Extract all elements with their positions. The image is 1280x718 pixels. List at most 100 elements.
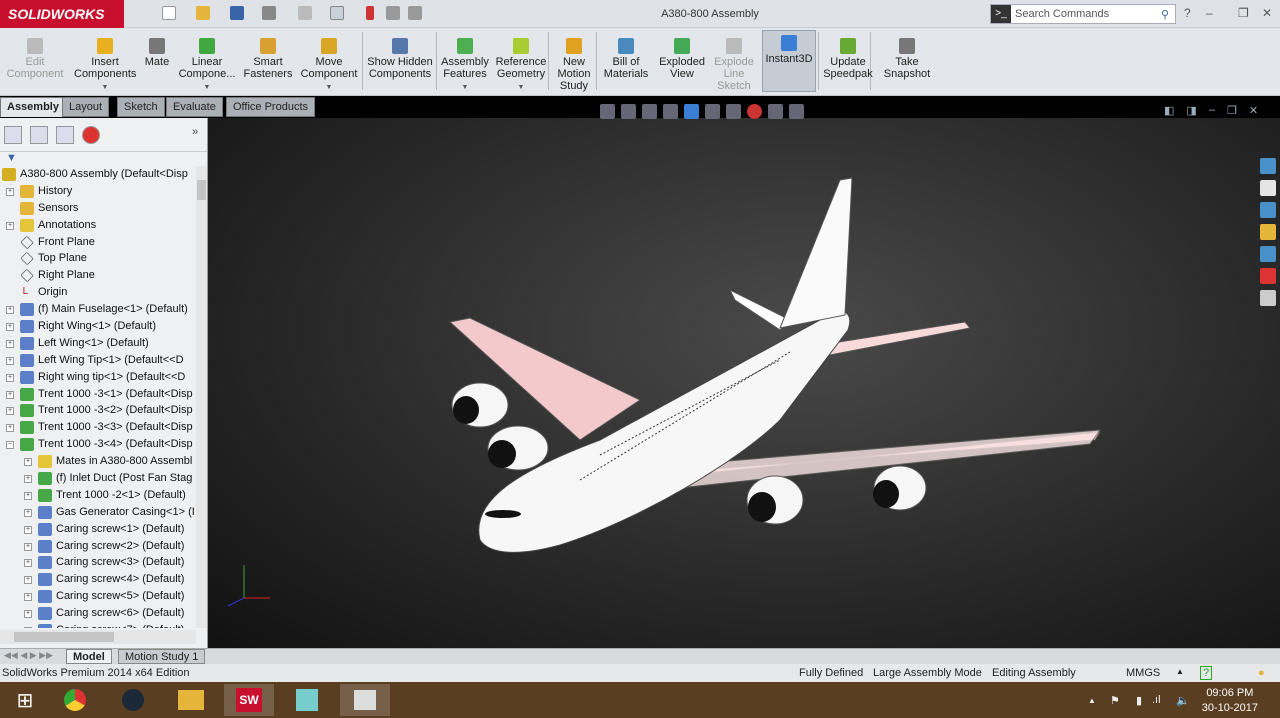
property-manager-tab-icon[interactable] [30,126,48,144]
tree-item[interactable]: + Mates in A380-800 Assembl [0,453,196,470]
tree-item[interactable]: + Caring screw<1> (Default) [0,521,196,538]
tree-horizontal-scrollbar[interactable] [0,630,196,644]
tab-sketch[interactable]: Sketch [117,97,165,117]
dropdown-arrow-icon[interactable]: ▼ [440,82,490,94]
viewport-close-button[interactable]: ✕ [1249,104,1258,117]
battery-icon[interactable]: ▮ [1136,694,1142,707]
expand-icon[interactable]: + [6,424,14,433]
previous-view-icon[interactable] [642,104,657,119]
expand-icon[interactable]: + [24,542,32,551]
tree-item[interactable]: A380-800 Assembly (Default<Disp [0,166,196,183]
units-arrow-icon[interactable]: ▲ [1176,667,1184,676]
zoom-to-fit-icon[interactable] [600,104,615,119]
update-speedpak-button[interactable]: Update Speedpak [820,34,876,80]
tab-motion-study-1[interactable]: Motion Study 1 [118,649,206,664]
feature-tree-tab-icon[interactable] [4,126,22,144]
section-view-icon[interactable] [663,104,678,119]
file-explorer-taskbar-icon[interactable] [166,684,216,716]
edit-component-button[interactable]: Edit Component [4,34,66,80]
tree-item[interactable]: + Trent 1000 -3<2> (Default<Disp [0,402,196,419]
minimize-button[interactable]: – [1206,6,1213,20]
insert-components-button[interactable]: Insert Components ▼ [74,34,136,94]
dropdown-arrow-icon[interactable]: ▼ [74,82,136,94]
options-icon[interactable] [408,6,422,20]
expand-icon[interactable]: + [6,323,14,332]
tab-office-products[interactable]: Office Products [226,97,315,117]
take-snapshot-button[interactable]: Take Snapshot [880,34,934,80]
collapse-icon[interactable]: − [6,441,14,450]
expand-icon[interactable]: + [24,491,32,500]
tree-item[interactable]: + Caring screw<5> (Default) [0,588,196,605]
close-button[interactable]: ✕ [1262,6,1272,20]
expand-panel-icon[interactable]: » [192,126,198,138]
tree-item[interactable]: Top Plane [0,250,196,267]
custom-properties-icon[interactable] [1260,290,1276,306]
dropdown-arrow-icon[interactable]: ▼ [176,82,238,94]
tree-item[interactable]: Front Plane [0,234,196,251]
expand-icon[interactable]: + [24,593,32,602]
tree-item[interactable]: + Right wing tip<1> (Default<<D [0,369,196,386]
linear-compone-button[interactable]: Linear Compone... ▼ [176,34,238,94]
save-icon[interactable] [230,6,244,20]
tree-item[interactable]: Sensors [0,200,196,217]
configuration-tab-icon[interactable] [56,126,74,144]
tab-layout[interactable]: Layout [62,97,110,117]
view-settings-icon[interactable] [789,104,804,119]
tab-evaluate[interactable]: Evaluate [166,97,223,117]
view-orientation-icon[interactable] [684,104,699,119]
tree-item[interactable]: + Caring screw<4> (Default) [0,571,196,588]
display-style-icon[interactable] [705,104,720,119]
tree-vertical-scrollbar[interactable] [196,166,207,628]
app-taskbar-icon[interactable] [282,684,332,716]
quick-tips-icon[interactable]: ? [1200,666,1213,680]
start-button[interactable]: ⊞ [0,684,50,716]
smart-fasteners-button[interactable]: Smart Fasteners [240,34,296,80]
assembly-features-button[interactable]: Assembly Features ▼ [440,34,490,94]
tree-item[interactable]: + Trent 1000 -2<1> (Default) [0,487,196,504]
hide-show-items-icon[interactable] [726,104,741,119]
tree-item[interactable]: + Caring screw<7> (Default) [0,622,196,628]
expand-icon[interactable]: + [6,356,14,365]
help-icon[interactable]: ? [1184,6,1191,20]
expand-icon[interactable]: + [6,306,14,315]
tab-scroll-arrows[interactable]: ◀◀ ◀ ▶ ▶▶ [4,650,53,661]
steam-taskbar-icon[interactable] [108,684,158,716]
solidworks-resources-icon[interactable] [1260,158,1276,174]
appearance-tab-icon[interactable] [82,126,100,144]
expand-icon[interactable]: + [24,576,32,585]
rebuild-tag-icon[interactable]: ● [1258,667,1265,679]
expand-icon[interactable]: + [6,373,14,382]
rebuild-icon[interactable] [366,6,374,20]
expand-icon[interactable]: + [6,221,14,230]
expand-icon[interactable]: + [6,407,14,416]
tree-item[interactable]: + Trent 1000 -3<1> (Default<Disp [0,386,196,403]
network-signal-icon[interactable]: .ıl [1152,694,1161,706]
reference-geometry-button[interactable]: Reference Geometry ▼ [494,34,548,94]
units-selector[interactable]: MMGS [1126,667,1160,679]
tree-item[interactable]: + Caring screw<6> (Default) [0,605,196,622]
tab-model[interactable]: Model [66,649,112,664]
edit-appearance-icon[interactable] [747,104,762,119]
exploded-view-button[interactable]: Exploded View [656,34,708,80]
design-library-icon[interactable] [1260,202,1276,218]
tree-item[interactable]: − Trent 1000 -3<4> (Default<Disp [0,436,196,453]
select-icon[interactable] [330,6,344,20]
new-file-icon[interactable] [162,6,176,20]
dropdown-arrow-icon[interactable]: ▼ [494,82,548,94]
restore-button[interactable]: ❐ [1238,6,1249,20]
tree-item[interactable]: + (f) Main Fuselage<1> (Default) [0,301,196,318]
tab-assembly[interactable]: Assembly [0,97,66,117]
tree-item[interactable]: + Left Wing<1> (Default) [0,335,196,352]
file-explorer-icon[interactable] [1260,224,1276,240]
recorder-taskbar-icon[interactable] [340,684,390,716]
solidworks-taskbar-icon[interactable]: SW [224,684,274,716]
clock[interactable]: 09:06 PM 30-10-2017 [1202,686,1258,716]
expand-icon[interactable]: + [24,610,32,619]
apply-scene-icon[interactable] [768,104,783,119]
tree-item[interactable]: + Caring screw<3> (Default) [0,554,196,571]
tree-item[interactable]: + History [0,183,196,200]
instant3d-button[interactable]: Instant3D [762,30,816,92]
tree-item[interactable]: └ Origin [0,284,196,301]
tree-item[interactable]: Right Plane [0,267,196,284]
tree-item[interactable]: + Gas Generator Casing<1> (I [0,504,196,521]
